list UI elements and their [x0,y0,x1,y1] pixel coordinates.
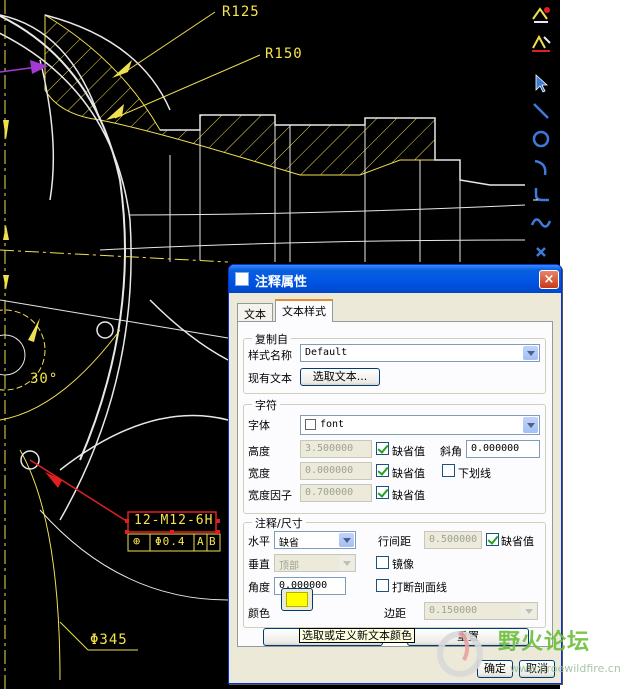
underline-label: 下划线 [458,467,491,480]
character-title: 字符 [252,397,280,413]
tolerance-position-symbol: ⊕ [133,534,142,548]
radius-label-r125: R125 [222,4,260,20]
sketch-dimension-icon[interactable] [529,32,553,54]
margin-label: 边距 [384,607,406,620]
style-name-value: Default [305,347,348,358]
tolerance-datum-a: A [197,535,205,548]
close-button[interactable]: × [539,270,559,289]
mirror-label: 镜像 [392,558,414,571]
width-field[interactable]: 0.000000 [300,462,372,480]
sketch-text-icon[interactable] [529,4,553,26]
arc-icon[interactable] [529,156,553,178]
copy-from-title: 复制自 [252,331,291,347]
vertical-label: 垂直 [248,558,270,571]
line-spacing-default-checkbox[interactable] [486,533,499,546]
select-arrow-icon[interactable] [529,72,553,94]
copy-from-group: 复制自 样式名称 Default 现有文本 选取文本... [243,331,546,394]
existing-text-label: 现有文本 [248,372,292,385]
delete-segment-icon[interactable] [529,240,553,262]
height-default-checkbox[interactable] [376,442,389,455]
dialog-titlebar[interactable]: 注释属性 × [229,265,561,293]
select-text-button[interactable]: 选取文本... [300,368,380,386]
font-dropdown[interactable]: font [300,415,540,435]
horizontal-value: 缺省 [279,538,299,549]
note-dimension-title: 注释/尺寸 [252,515,306,531]
tab-text-style[interactable]: 文本样式 [275,299,333,322]
reset-button[interactable]: 重置 [407,628,529,646]
note-properties-dialog: 注释属性 × 文本 文本样式 复制自 样式名称 Default 现有文本 选取文… [228,264,562,684]
angle-label: 30° [30,371,59,387]
color-swatch-yellow [286,592,308,607]
angle-label: 角度 [248,581,270,594]
break-hatch-label: 打断剖面线 [392,581,447,594]
color-label: 颜色 [248,607,270,620]
radius-label-r150: R150 [265,46,303,62]
style-name-label: 样式名称 [248,349,292,362]
ok-button[interactable]: 确定 [477,660,513,678]
width-default-checkbox[interactable] [376,464,389,477]
diameter-label: Φ345 [90,632,128,648]
fillet-icon[interactable] [529,184,553,206]
height-label: 高度 [248,445,270,458]
mirror-checkbox[interactable] [376,556,389,569]
height-field[interactable]: 3.500000 [300,440,372,458]
font-type-icon [305,419,316,430]
line-icon[interactable] [529,100,553,122]
chevron-down-icon [523,346,538,360]
vertical-dropdown[interactable]: 顶部 [274,554,356,572]
width-factor-default-label: 缺省值 [392,489,425,502]
width-label: 宽度 [248,467,270,480]
tolerance-value: Φ0.4 [155,535,186,548]
break-hatch-checkbox[interactable] [376,579,389,592]
vertical-value: 顶部 [279,561,299,572]
width-factor-field[interactable]: 0.700000 [300,484,372,502]
width-factor-label: 宽度因子 [248,489,292,502]
style-name-dropdown[interactable]: Default [300,344,540,362]
margin-dropdown[interactable]: 0.150000 [424,602,538,620]
horizontal-label: 水平 [248,535,270,548]
character-group: 字符 字体 font 高度 3.500000 缺省值 斜角 0.000000 宽… [243,397,546,514]
width-default-label: 缺省值 [392,467,425,480]
dialog-title: 注释属性 [255,275,308,290]
chevron-down-icon [339,533,354,547]
line-spacing-field[interactable]: 0.500000 [424,531,482,549]
text-style-panel: 复制自 样式名称 Default 现有文本 选取文本... 字符 字体 font… [237,321,553,647]
horizontal-dropdown[interactable]: 缺省 [274,531,356,549]
tab-text[interactable]: 文本 [237,303,273,322]
dialog-app-icon [235,272,249,286]
sketch-toolbar [525,0,560,268]
font-value: font [320,419,345,430]
circle-icon[interactable] [529,128,553,150]
underline-checkbox[interactable] [442,464,455,477]
chevron-down-icon [523,417,538,433]
slant-field[interactable]: 0.000000 [466,440,540,458]
note-dimension-group: 注释/尺寸 水平 缺省 行间距 0.500000 缺省值 垂直 顶部 镜像 角度… [243,515,546,628]
color-tooltip: 选取或定义新文本颜色 [299,628,415,643]
cancel-button[interactable]: 取消 [519,660,555,678]
width-factor-default-checkbox[interactable] [376,486,389,499]
slant-label: 斜角 [440,445,462,458]
height-default-label: 缺省值 [392,445,425,458]
line-spacing-label: 行间距 [378,535,411,548]
line-spacing-default-label: 缺省值 [501,535,534,548]
chevron-down-icon [339,556,354,570]
margin-value: 0.150000 [429,605,478,616]
spline-icon[interactable] [529,212,553,234]
tolerance-thread-label: 12-M12-6H [134,513,214,528]
window-margin [560,0,640,689]
tolerance-datum-b: B [209,535,217,548]
font-label: 字体 [248,419,270,432]
chevron-down-icon [521,604,536,618]
text-color-button[interactable] [281,588,313,611]
